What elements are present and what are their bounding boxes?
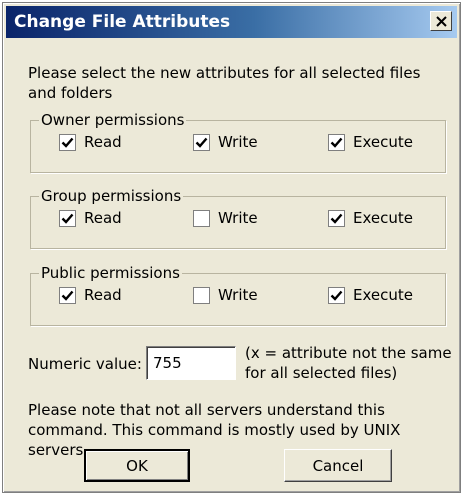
- public-execute-checkbox[interactable]: Execute: [328, 286, 413, 304]
- checkbox-label: Write: [218, 286, 258, 304]
- close-button[interactable]: [430, 11, 452, 31]
- checkbox-box[interactable]: [328, 133, 345, 151]
- checkbox-box[interactable]: [59, 286, 76, 304]
- group-legend: Public permissions: [41, 264, 180, 282]
- owner-execute-checkbox[interactable]: Execute: [328, 133, 413, 151]
- numeric-value-input[interactable]: [146, 346, 236, 380]
- checkbox-box[interactable]: [193, 209, 210, 227]
- checkmark-icon: [61, 290, 74, 301]
- cancel-button[interactable]: Cancel: [284, 449, 392, 482]
- owner-write-checkbox[interactable]: Write: [193, 133, 258, 151]
- group-execute-checkbox[interactable]: Execute: [328, 209, 413, 227]
- group-write-checkbox[interactable]: Write: [193, 209, 258, 227]
- public-read-checkbox[interactable]: Read: [59, 286, 122, 304]
- checkmark-icon: [195, 137, 208, 148]
- dialog-title: Change File Attributes: [14, 12, 231, 32]
- group-read-checkbox[interactable]: Read: [59, 209, 122, 227]
- change-file-attributes-dialog: Change File Attributes Please select the…: [2, 2, 461, 493]
- checkbox-box[interactable]: [59, 209, 76, 227]
- checkmark-icon: [61, 213, 74, 224]
- numeric-value-label: Numeric value:: [28, 355, 142, 373]
- checkbox-box[interactable]: [193, 286, 210, 304]
- numeric-hint: (x = attribute not the same for all sele…: [245, 344, 452, 382]
- group-permissions-group: Group permissions Read Write Execute: [30, 187, 446, 249]
- public-write-checkbox[interactable]: Write: [193, 286, 258, 304]
- group-legend: Group permissions: [41, 187, 182, 205]
- checkbox-label: Read: [84, 209, 122, 227]
- ok-button[interactable]: OK: [84, 449, 190, 482]
- checkbox-box[interactable]: [328, 209, 345, 227]
- intro-text: Please select the new attributes for all…: [28, 64, 421, 102]
- checkbox-box[interactable]: [59, 133, 76, 151]
- public-permissions-group: Public permissions Read Write Execute: [30, 264, 446, 326]
- checkbox-box[interactable]: [328, 286, 345, 304]
- checkbox-label: Write: [218, 133, 258, 151]
- close-icon: [435, 15, 447, 27]
- checkmark-icon: [61, 137, 74, 148]
- group-legend: Owner permissions: [41, 111, 185, 129]
- checkbox-label: Execute: [353, 286, 413, 304]
- checkmark-icon: [330, 290, 343, 301]
- checkmark-icon: [330, 137, 343, 148]
- checkbox-label: Write: [218, 209, 258, 227]
- checkbox-label: Read: [84, 133, 122, 151]
- checkmark-icon: [330, 213, 343, 224]
- owner-permissions-group: Owner permissions Read Write Execute: [30, 111, 446, 173]
- checkbox-label: Execute: [353, 133, 413, 151]
- checkbox-label: Read: [84, 286, 122, 304]
- checkbox-label: Execute: [353, 209, 413, 227]
- checkbox-box[interactable]: [193, 133, 210, 151]
- owner-read-checkbox[interactable]: Read: [59, 133, 122, 151]
- title-bar[interactable]: Change File Attributes: [6, 6, 457, 38]
